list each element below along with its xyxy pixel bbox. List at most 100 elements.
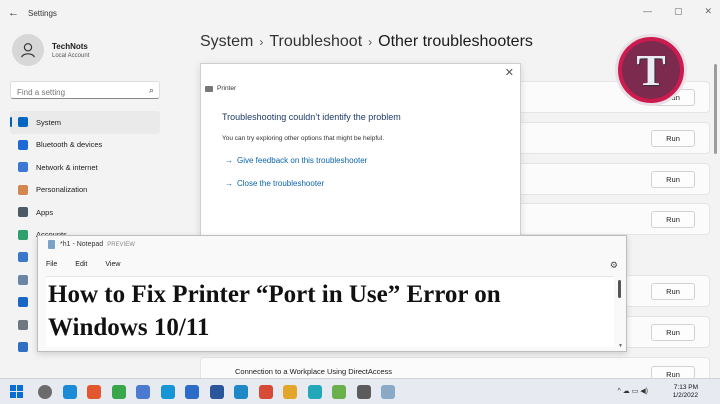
shield-icon xyxy=(18,319,28,330)
clock-icon xyxy=(18,252,28,263)
sidebar-item-personalization[interactable]: Personalization xyxy=(10,179,160,202)
back-arrow-icon[interactable]: ← xyxy=(8,7,19,19)
printer-dialog: ✕ Printer Troubleshooting couldn’t ident… xyxy=(200,63,521,241)
clock-time: 7:13 PM xyxy=(673,384,698,391)
gaming-icon xyxy=(18,274,28,285)
user-icon xyxy=(21,43,35,58)
chevron-right-icon: › xyxy=(368,35,373,49)
feedback-link-label: Give feedback on this troubleshooter xyxy=(237,156,368,165)
breadcrumb-troubleshoot[interactable]: Troubleshoot xyxy=(269,33,362,50)
troubleshooter-row: Connection to a Workplace Using DirectAc… xyxy=(200,357,710,379)
chevron-right-icon: › xyxy=(259,35,264,49)
notepad-text-area[interactable]: How to Fix Printer “Port in Use” Error o… xyxy=(46,276,614,347)
close-link-label: Close the troubleshooter xyxy=(237,179,325,188)
settings-icon[interactable] xyxy=(356,385,371,399)
run-button[interactable]: Run xyxy=(651,171,695,188)
bluetooth-icon xyxy=(18,139,28,150)
sidebar-item-apps[interactable]: Apps xyxy=(10,201,160,224)
printer-icon xyxy=(205,85,213,92)
sidebar-item-system[interactable]: System xyxy=(10,111,160,134)
scroll-down-icon[interactable]: ▼ xyxy=(618,343,623,349)
find-setting-box[interactable]: ⌕ xyxy=(10,81,160,101)
chrome-icon[interactable] xyxy=(258,385,273,399)
app-red-icon[interactable] xyxy=(87,385,101,399)
text-line-2: Windows 10/11 xyxy=(48,314,210,341)
feedback-link[interactable]: → Give feedback on this troubleshooter xyxy=(225,156,367,165)
logo-letter: T xyxy=(622,41,680,99)
start-button[interactable] xyxy=(10,385,24,399)
system-icon xyxy=(18,117,28,128)
sidebar-item-bluetooth[interactable]: Bluetooth & devices xyxy=(10,134,160,157)
user-name: TechNots xyxy=(52,41,88,51)
run-button[interactable]: Run xyxy=(651,130,695,147)
breadcrumb-system[interactable]: System xyxy=(200,33,253,50)
sidebar-item-label: Personalization xyxy=(36,185,88,195)
windows-logo-icon xyxy=(17,385,23,391)
window-controls: — ▢ ✕ xyxy=(643,6,712,17)
arrow-right-icon: → xyxy=(225,179,233,188)
apps-icon xyxy=(18,207,28,218)
notepad-icon[interactable] xyxy=(381,385,395,399)
brush-icon xyxy=(18,184,28,195)
windows-logo-icon xyxy=(10,392,16,398)
avatar xyxy=(12,34,44,66)
breadcrumb: System › Troubleshoot › Other troubleshooter… xyxy=(200,33,533,51)
word-icon[interactable] xyxy=(209,385,224,399)
windows-logo-icon xyxy=(10,385,16,391)
edge2-icon[interactable] xyxy=(160,385,175,399)
chrome2-icon[interactable] xyxy=(283,385,297,399)
dialog-title: Printer xyxy=(205,85,236,92)
store-icon[interactable] xyxy=(185,385,199,399)
sidebar-item-label: Apps xyxy=(36,207,54,217)
network-icon xyxy=(18,162,28,173)
channel-logo: T xyxy=(615,34,687,106)
minimize-button[interactable]: — xyxy=(643,6,652,17)
app-title: Settings xyxy=(28,9,57,18)
explorer-icon[interactable] xyxy=(136,385,150,399)
app-green-icon[interactable] xyxy=(111,385,126,399)
close-button[interactable]: ✕ xyxy=(704,6,712,17)
photos-icon[interactable] xyxy=(234,385,248,399)
notepad-icon xyxy=(48,240,55,249)
run-button[interactable]: Run xyxy=(651,211,695,228)
system-tray[interactable]: ^ ☁ ▭ ◀) xyxy=(618,387,648,395)
notepad-title-bar: *h1 - Notepad PREVIEW xyxy=(48,240,135,249)
update-icon xyxy=(18,342,28,353)
dialog-heading: Troubleshooting couldn’t identify the pr… xyxy=(222,112,401,122)
search-icon[interactable] xyxy=(38,385,52,399)
preview-badge: PREVIEW xyxy=(107,241,135,248)
title-bar: ← Settings — ▢ ✕ xyxy=(0,0,720,28)
clock[interactable]: 7:13 PM 1/2/2022 xyxy=(673,384,698,400)
search-icon: ⌕ xyxy=(148,85,154,95)
run-button[interactable]: Run xyxy=(651,283,695,300)
user-profile[interactable]: TechNots Local Account xyxy=(12,34,89,66)
notepad-title: *h1 - Notepad xyxy=(60,241,104,248)
close-troubleshooter-link[interactable]: → Close the troubleshooter xyxy=(225,179,324,188)
scrollbar[interactable] xyxy=(714,64,717,154)
sidebar-item-network[interactable]: Network & internet xyxy=(10,156,160,179)
text-line-1: How to Fix Printer “Port in Use” Error o… xyxy=(48,281,501,308)
menu-file[interactable]: File xyxy=(46,261,57,268)
gear-icon[interactable]: ⚙ xyxy=(610,260,618,271)
edge-icon[interactable] xyxy=(62,385,77,399)
arrow-right-icon: → xyxy=(225,156,233,165)
sidebar-item-label: Network & internet xyxy=(36,162,98,172)
taskbar: ^ ☁ ▭ ◀) 7:13 PM 1/2/2022 xyxy=(0,378,720,404)
menu-edit[interactable]: Edit xyxy=(75,261,87,268)
account-type: Local Account xyxy=(52,52,90,59)
notepad-menu: File Edit View xyxy=(46,261,120,268)
app-teal-icon[interactable] xyxy=(307,385,322,399)
dialog-body: You can try exploring other options that… xyxy=(222,135,385,142)
maximize-button[interactable]: ▢ xyxy=(674,6,683,17)
windows-logo-icon xyxy=(17,392,23,398)
app-green2-icon[interactable] xyxy=(332,385,346,399)
search-input[interactable] xyxy=(11,84,141,101)
sidebar-item-label: Bluetooth & devices xyxy=(36,140,103,150)
close-icon[interactable]: ✕ xyxy=(505,66,514,79)
accessibility-icon xyxy=(18,297,28,308)
accounts-icon xyxy=(18,229,28,240)
page-title: Other troubleshooters xyxy=(378,33,533,50)
notepad-scrollbar[interactable] xyxy=(618,280,621,298)
run-button[interactable]: Run xyxy=(651,324,695,341)
menu-view[interactable]: View xyxy=(105,261,120,268)
